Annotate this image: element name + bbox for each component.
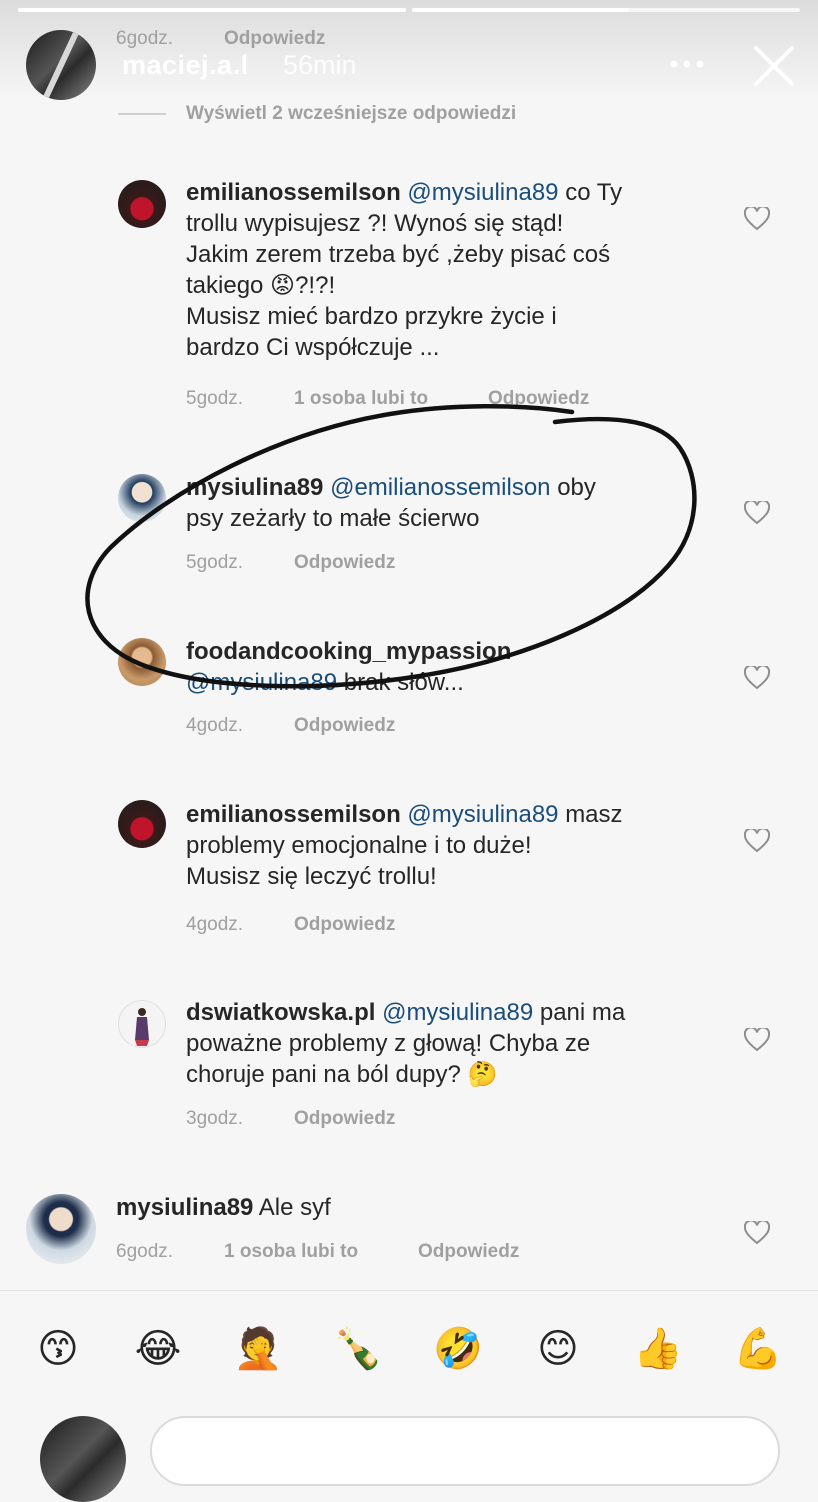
- comment-avatar[interactable]: [118, 800, 166, 848]
- comment-username[interactable]: emilianossemilson: [186, 179, 401, 206]
- emoji-flexed-biceps-icon[interactable]: 💪: [732, 1323, 784, 1375]
- parent-comment-avatar[interactable]: [26, 1194, 96, 1264]
- parent-comment-time: 6godz.: [116, 1241, 174, 1262]
- comment-time: 3godz.: [186, 1108, 244, 1129]
- comment-reply-button[interactable]: Odpowiedz: [294, 715, 395, 737]
- comment-mention[interactable]: @emilianossemilson: [330, 474, 550, 501]
- emoji-tears-of-joy-icon[interactable]: 😂: [132, 1323, 184, 1375]
- comment-mention[interactable]: @mysiulina89: [382, 999, 533, 1026]
- comment-reply-button[interactable]: Odpowiedz: [488, 388, 589, 410]
- comment-text: emilianossemilson @mysiulina89 masz prob…: [186, 801, 623, 890]
- parent-comment-username[interactable]: mysiulina89: [116, 1194, 253, 1221]
- comment-avatar[interactable]: [118, 1000, 166, 1048]
- comment-likes[interactable]: 1 osoba lubi to: [294, 388, 428, 410]
- comment-mention[interactable]: @mysiulina89: [407, 179, 558, 206]
- top-meta-time: 6godz.: [116, 28, 174, 49]
- comment-time: 4godz.: [186, 914, 244, 935]
- comment-reply-button[interactable]: Odpowiedz: [294, 914, 395, 936]
- comment-text: emilianossemilson @mysiulina89 co Ty tro…: [186, 179, 623, 361]
- emoji-bar-separator: [0, 1290, 818, 1291]
- comment-avatar[interactable]: [118, 638, 166, 686]
- comment-username[interactable]: mysiulina89: [186, 474, 323, 501]
- parent-comment-text: mysiulina89 Ale syf: [116, 1194, 331, 1221]
- top-meta-reply[interactable]: Odpowiedz: [224, 28, 325, 50]
- emoji-smiling-icon[interactable]: 😊: [532, 1323, 584, 1375]
- comment-mention[interactable]: @mysiulina89: [407, 801, 558, 828]
- heart-icon[interactable]: [743, 205, 771, 236]
- story-username[interactable]: maciej.a.l: [122, 50, 249, 81]
- emoji-facepalm-icon[interactable]: 🤦: [232, 1323, 284, 1375]
- heart-icon[interactable]: [743, 1219, 771, 1250]
- comment-username[interactable]: foodandcooking_mypassion: [186, 638, 511, 665]
- view-earlier-replies-link[interactable]: Wyświetl 2 wcześniejsze odpowiedzi: [186, 103, 516, 125]
- comment-reply-button[interactable]: Odpowiedz: [294, 1108, 395, 1130]
- close-icon[interactable]: [752, 44, 796, 88]
- comment-time: 5godz.: [186, 552, 244, 573]
- comment-text: mysiulina89 @emilianossemilson oby psy z…: [186, 474, 596, 532]
- story-time: 56min: [283, 50, 357, 80]
- comment-text: foodandcooking_mypassion @mysiulina89 br…: [186, 638, 512, 696]
- heart-icon[interactable]: [743, 1026, 771, 1057]
- heart-icon[interactable]: [743, 499, 771, 530]
- comment-reply-button[interactable]: Odpowiedz: [294, 552, 395, 574]
- more-options-icon[interactable]: [668, 54, 708, 74]
- story-progress-2: [412, 8, 800, 12]
- comment-mention[interactable]: @mysiulina89: [186, 669, 337, 696]
- heart-icon[interactable]: [743, 827, 771, 858]
- emoji-kissing-icon[interactable]: 😙: [32, 1323, 84, 1375]
- parent-comment-likes[interactable]: 1 osoba lubi to: [224, 1241, 358, 1263]
- parent-comment-reply-button[interactable]: Odpowiedz: [418, 1241, 519, 1263]
- comment-input[interactable]: [150, 1416, 780, 1486]
- user-avatar: [40, 1416, 126, 1502]
- comment-avatar[interactable]: [118, 180, 166, 228]
- comment-time: 5godz.: [186, 388, 244, 409]
- story-avatar[interactable]: [26, 30, 96, 100]
- heart-icon[interactable]: [743, 664, 771, 695]
- replies-divider: [118, 113, 166, 115]
- comment-text: dswiatkowska.pl @mysiulina89 pani ma pow…: [186, 999, 626, 1088]
- emoji-champagne-icon[interactable]: 🍾: [332, 1323, 384, 1375]
- comment-avatar[interactable]: [118, 474, 166, 522]
- emoji-thumbs-up-icon[interactable]: 👍: [632, 1323, 684, 1375]
- comment-time: 4godz.: [186, 715, 244, 736]
- story-progress-1: [18, 8, 406, 12]
- emoji-rolling-laughing-icon[interactable]: 🤣: [432, 1323, 484, 1375]
- comment-username[interactable]: emilianossemilson: [186, 801, 401, 828]
- comment-username[interactable]: dswiatkowska.pl: [186, 999, 375, 1026]
